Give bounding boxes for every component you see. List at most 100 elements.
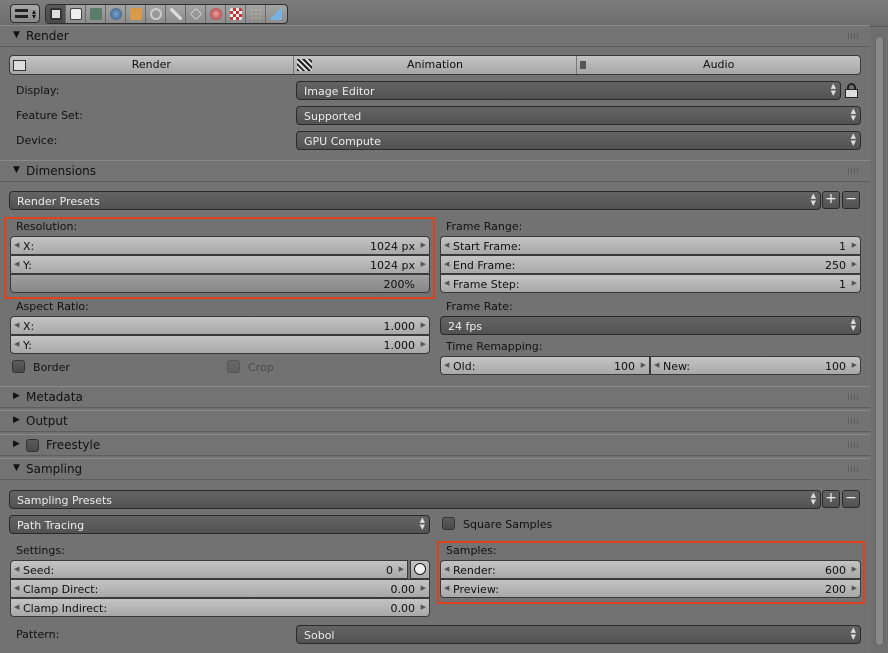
aspect-y-field[interactable]: ◀ Y: 1.000 ▶	[10, 335, 430, 354]
integrator-dropdown[interactable]: Path Tracing ▲ ▼	[9, 515, 430, 534]
increment-arrow-icon[interactable]: ▶	[852, 361, 857, 369]
animation-button[interactable]: Animation	[294, 56, 578, 74]
tab-render-layers[interactable]	[66, 5, 86, 23]
tab-material[interactable]	[206, 5, 226, 23]
decrement-arrow-icon[interactable]: ◀	[14, 584, 19, 592]
tab-render[interactable]	[46, 5, 66, 23]
aspect-x-field[interactable]: ◀ X: 1.000 ▶	[10, 316, 430, 335]
crop-checkbox[interactable]	[227, 360, 240, 373]
editor-type-menu[interactable]: ▴ ▾	[10, 4, 40, 23]
tab-scene[interactable]	[86, 5, 106, 23]
dropdown-value: Image Editor	[304, 85, 375, 98]
increment-arrow-icon[interactable]: ▶	[421, 340, 426, 348]
clamp-indirect-field[interactable]: ◀ Clamp Indirect: 0.00 ▶	[10, 598, 430, 617]
expanded-triangle-icon: ▼	[13, 30, 20, 40]
tab-physics[interactable]	[266, 5, 286, 23]
start-frame-field[interactable]: ◀ Start Frame: 1 ▶	[440, 236, 861, 255]
tab-data[interactable]	[186, 5, 206, 23]
decrement-arrow-icon[interactable]: ◀	[444, 279, 449, 287]
decrement-arrow-icon[interactable]: ◀	[444, 361, 449, 369]
audio-button[interactable]: Audio	[577, 56, 860, 74]
field-value: 0	[386, 564, 393, 577]
sampling-panel-header[interactable]: ▼ Sampling	[0, 458, 870, 480]
up-down-arrows-icon: ▲ ▼	[850, 317, 856, 332]
tab-modifiers[interactable]	[166, 5, 186, 23]
material-icon	[210, 8, 222, 20]
frame-step-field[interactable]: ◀ Frame Step: 1 ▶	[440, 274, 861, 293]
increment-arrow-icon[interactable]: ▶	[852, 260, 857, 268]
dropdown-value: Supported	[304, 110, 362, 123]
drag-grip-icon[interactable]	[848, 442, 860, 448]
drag-grip-icon[interactable]	[848, 168, 860, 174]
increment-arrow-icon[interactable]: ▶	[852, 279, 857, 287]
render-panel-header[interactable]: ▼ Render	[0, 25, 870, 47]
add-sampling-preset-button[interactable]: +	[822, 490, 840, 508]
border-checkbox[interactable]	[12, 360, 25, 373]
dropdown-value: Sampling Presets	[17, 494, 113, 507]
dropdown-value: Sobol	[304, 629, 335, 642]
metadata-panel-header[interactable]: ▶ Metadata	[0, 386, 870, 408]
freestyle-enable-checkbox[interactable]	[26, 439, 39, 452]
decrement-arrow-icon[interactable]: ◀	[14, 321, 19, 329]
up-down-arrows-icon: ▲ ▼	[810, 491, 816, 506]
constraints-icon	[150, 8, 162, 20]
pattern-dropdown[interactable]: Sobol ▲ ▼	[296, 625, 861, 644]
clapperboard-icon	[296, 59, 312, 71]
square-samples-checkbox[interactable]	[442, 517, 455, 530]
device-dropdown[interactable]: GPU Compute ▲ ▼	[296, 131, 861, 150]
increment-arrow-icon[interactable]: ▶	[421, 321, 426, 329]
output-panel-header[interactable]: ▶ Output	[0, 410, 870, 432]
tab-constraints[interactable]	[146, 5, 166, 23]
tab-texture[interactable]	[226, 5, 246, 23]
drag-grip-icon[interactable]	[848, 418, 860, 424]
display-dropdown[interactable]: Image Editor ▲ ▼	[296, 81, 841, 100]
scrollbar-thumb[interactable]	[875, 36, 884, 646]
animated-seed-toggle[interactable]	[410, 560, 430, 579]
clamp-direct-field[interactable]: ◀ Clamp Direct: 0.00 ▶	[10, 579, 430, 598]
dimensions-panel-header[interactable]: ▼ Dimensions	[0, 160, 870, 182]
time-remap-new-field[interactable]: ◀ New: 100 ▶	[650, 356, 861, 375]
field-value: 0.00	[390, 583, 416, 596]
add-preset-button[interactable]: +	[822, 191, 840, 209]
sampling-presets-dropdown[interactable]: Sampling Presets ▲ ▼	[9, 490, 821, 509]
decrement-arrow-icon[interactable]: ◀	[14, 603, 19, 611]
decrement-arrow-icon[interactable]: ◀	[444, 241, 449, 249]
seed-field[interactable]: ◀ Seed: 0 ▶	[10, 560, 408, 579]
increment-arrow-icon[interactable]: ▶	[421, 584, 426, 592]
tab-object[interactable]	[126, 5, 146, 23]
render-presets-dropdown[interactable]: Render Presets ▲ ▼	[9, 191, 821, 210]
feature-set-dropdown[interactable]: Supported ▲ ▼	[296, 106, 861, 125]
tab-world[interactable]	[106, 5, 126, 23]
render-button[interactable]: Render	[10, 56, 294, 74]
button-label: Audio	[703, 58, 735, 71]
square-samples-label: Square Samples	[463, 518, 553, 531]
increment-arrow-icon[interactable]: ▶	[421, 603, 426, 611]
increment-arrow-icon[interactable]: ▶	[852, 241, 857, 249]
remove-sampling-preset-button[interactable]: −	[842, 490, 860, 508]
tab-particles[interactable]	[246, 5, 266, 23]
increment-arrow-icon[interactable]: ▶	[641, 361, 646, 369]
decrement-arrow-icon[interactable]: ◀	[654, 361, 659, 369]
decrement-arrow-icon[interactable]: ◀	[14, 565, 19, 573]
drag-grip-icon[interactable]	[848, 394, 860, 400]
increment-arrow-icon[interactable]: ▶	[399, 565, 404, 573]
panel-title: Dimensions	[26, 164, 97, 178]
remove-preset-button[interactable]: −	[842, 191, 860, 209]
field-key: Clamp Direct:	[23, 583, 99, 596]
time-remap-old-field[interactable]: ◀ Old: 100 ▶	[440, 356, 650, 375]
freestyle-panel-header[interactable]: ▶ Freestyle	[0, 434, 870, 456]
up-down-arrows-icon: ▲ ▼	[810, 192, 816, 207]
properties-header: ▴ ▾	[0, 0, 888, 27]
decrement-arrow-icon[interactable]: ◀	[14, 340, 19, 348]
end-frame-field[interactable]: ◀ End Frame: 250 ▶	[440, 255, 861, 274]
render-camera-icon	[50, 8, 62, 20]
decrement-arrow-icon[interactable]: ◀	[444, 260, 449, 268]
drag-grip-icon[interactable]	[848, 466, 860, 472]
clock-icon	[414, 563, 426, 575]
lock-interface-icon[interactable]	[843, 81, 861, 100]
dropdown-value: GPU Compute	[304, 135, 381, 148]
collapsed-triangle-icon: ▶	[13, 391, 20, 401]
frame-rate-dropdown[interactable]: 24 fps ▲ ▼	[440, 316, 861, 335]
drag-grip-icon[interactable]	[848, 33, 860, 39]
field-key: X:	[23, 320, 35, 333]
